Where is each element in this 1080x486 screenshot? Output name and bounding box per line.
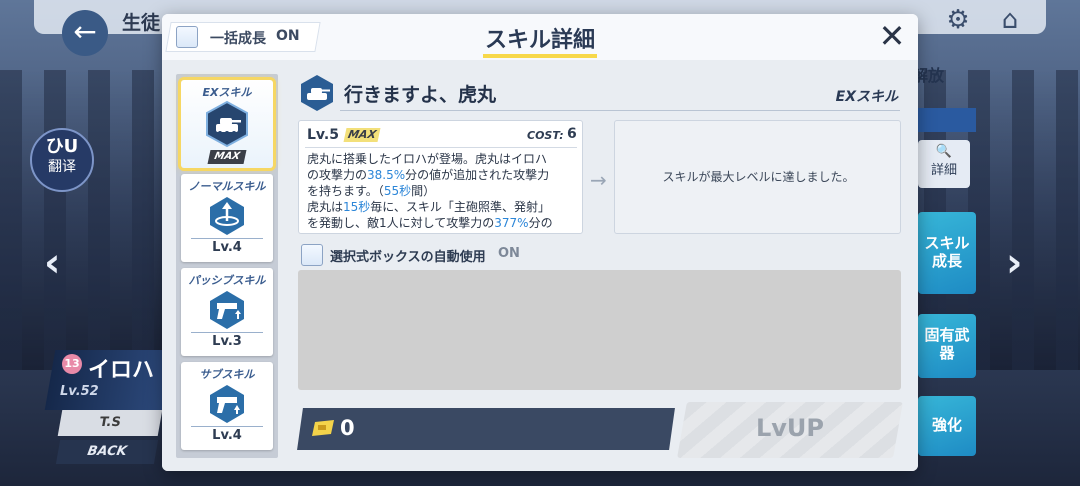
magnifier-icon: 🔍 xyxy=(935,144,953,159)
skill-card-sub[interactable]: サブスキル Lv.4 xyxy=(181,362,273,450)
unique-weapon-label: 固有武器 xyxy=(924,326,970,362)
skill-divider xyxy=(191,332,263,333)
back-arrow-icon[interactable]: ← xyxy=(62,10,108,56)
skill-type-label: パッシブスキル xyxy=(188,274,266,287)
right-blue-band xyxy=(918,108,976,132)
pistol-up-icon xyxy=(210,385,244,423)
skill-level: Lv.4 xyxy=(212,240,242,255)
auto-use-checkbox[interactable] xyxy=(301,244,323,266)
material-panel xyxy=(298,270,901,390)
bulk-growth-state: ON xyxy=(276,28,300,44)
skill-detail-modal: 一括成長 ON スキル詳細 ✕ EXスキル MAX ノーマルスキル Lv.4 パ… xyxy=(162,14,918,471)
chevron-left-icon[interactable]: ‹ xyxy=(44,240,60,286)
skill-type-label: EXスキル xyxy=(202,86,252,99)
back-label: BACK xyxy=(86,444,129,459)
cost-amount: 0 xyxy=(340,416,355,440)
desc-text: を持ちます。（ xyxy=(307,184,384,198)
back-button[interactable]: BACK xyxy=(55,440,159,464)
title-underline xyxy=(483,54,597,58)
translate-button[interactable]: ひU 翻译 xyxy=(30,128,94,192)
desc-text: の攻撃力の xyxy=(307,168,368,182)
modal-header: 一括成長 ON スキル詳細 ✕ xyxy=(162,14,918,60)
desc-highlight: 377% xyxy=(494,216,529,230)
skill-level: Lv.4 xyxy=(212,428,242,443)
translate-icon: ひU xyxy=(45,136,79,157)
auto-use-state: ON xyxy=(498,246,520,261)
chevron-right-icon[interactable]: › xyxy=(1006,240,1022,286)
desc-line-3: を持ちます。（55秒間） xyxy=(307,183,575,199)
skill-card-normal[interactable]: ノーマルスキル Lv.4 xyxy=(181,174,273,262)
desc-highlight: 38.5% xyxy=(367,168,406,182)
desc-line-1: 虎丸に搭乗したイロハが登場。虎丸はイロハ xyxy=(307,151,575,167)
skill-divider xyxy=(191,426,263,427)
description-divider xyxy=(305,147,577,148)
home-icon[interactable]: ⌂ xyxy=(995,5,1025,35)
desc-line-2: の攻撃力の38.5%分の値が追加された攻撃力 xyxy=(307,167,575,183)
bulk-growth-label: 一括成長 xyxy=(210,31,266,47)
desc-text: を発動し、敵1人に対して攻撃力の xyxy=(307,216,495,230)
arrow-right-icon: → xyxy=(590,168,607,192)
skill-level: Lv.3 xyxy=(212,334,242,349)
modal-body: EXスキル MAX ノーマルスキル Lv.4 パッシブスキル Lv.3 サブスキ… xyxy=(162,60,918,471)
skill-type: EXスキル xyxy=(835,89,898,105)
desc-text: 間） xyxy=(411,184,436,198)
max-badge: MAX xyxy=(207,150,247,164)
unique-weapon-button[interactable]: 固有武器 xyxy=(918,314,976,378)
skill-divider xyxy=(191,238,263,239)
skill-header-divider xyxy=(340,110,900,111)
desc-highlight: 15秒 xyxy=(343,200,371,214)
close-icon[interactable]: ✕ xyxy=(874,18,910,54)
next-level-box: スキルが最大レベルに達しました。 xyxy=(614,120,901,234)
character-name: イロハ xyxy=(88,358,155,383)
tank-icon xyxy=(206,100,248,148)
ts-button[interactable]: T.S xyxy=(57,410,163,436)
desc-text: 分の値が追加された攻撃力 xyxy=(405,168,550,182)
desc-line-4: 虎丸は15秒毎に、スキル「主砲照準、発射」 xyxy=(307,199,575,215)
detail-button[interactable]: 🔍 詳細 xyxy=(918,140,970,188)
character-level: Lv.52 xyxy=(60,384,99,399)
desc-text: 虎丸に搭乗したイロハが登場。虎丸はイロハ xyxy=(307,152,548,166)
desc-text: 虎丸は xyxy=(307,200,344,214)
skill-description-box[interactable]: Lv.5 MAX COST: 6 虎丸に搭乗したイロハが登場。虎丸はイロハ の攻… xyxy=(298,120,583,234)
desc-highlight: 55秒 xyxy=(383,184,412,198)
target-icon xyxy=(210,197,244,235)
max-badge: MAX xyxy=(343,128,381,142)
skill-type-label: サブスキル xyxy=(199,368,255,381)
skill-card-passive[interactable]: パッシブスキル Lv.3 xyxy=(181,268,273,356)
pistol-icon xyxy=(210,291,244,329)
modal-title: スキル詳細 xyxy=(484,28,595,53)
tank-icon xyxy=(301,75,333,111)
skill-growth-button[interactable]: スキル成長 xyxy=(918,212,976,294)
cost-label: COST: xyxy=(527,129,564,142)
skill-description: 虎丸に搭乗したイロハが登場。虎丸はイロハ の攻撃力の38.5%分の値が追加された… xyxy=(307,151,575,231)
detail-label: 詳細 xyxy=(930,163,957,178)
desc-line-5: を発動し、敵1人に対して攻撃力の377%分の xyxy=(307,215,575,231)
gear-icon[interactable]: ⚙ xyxy=(943,5,973,35)
auto-use-label: 選択式ボックスの自動使用 xyxy=(330,250,486,265)
skill-name: 行きますよ、虎丸 xyxy=(344,84,497,106)
desc-text: 毎に、スキル「主砲照準、発射」 xyxy=(370,200,550,214)
desc-text: 分の xyxy=(528,216,553,230)
max-level-message: スキルが最大レベルに達しました。 xyxy=(662,170,855,184)
bulk-growth-checkbox[interactable] xyxy=(176,26,198,48)
enhance-label: 強化 xyxy=(931,416,962,434)
skill-growth-label: スキル成長 xyxy=(924,234,970,270)
lvup-label: LvUP xyxy=(755,414,824,442)
screen-title: 生徒 xyxy=(122,12,161,34)
top-right-icons: ⚙ ⌂ xyxy=(922,0,1046,40)
ts-label: T.S xyxy=(98,415,123,430)
bond-level-badge: 13 xyxy=(62,354,82,374)
ticket-icon xyxy=(312,420,334,436)
cost-value: 6 xyxy=(567,126,577,142)
skill-type-label: ノーマルスキル xyxy=(188,180,266,193)
skill-card-ex[interactable]: EXスキル MAX xyxy=(181,80,273,168)
skill-list: EXスキル MAX ノーマルスキル Lv.4 パッシブスキル Lv.3 サブスキ… xyxy=(176,74,278,458)
translate-label: 翻译 xyxy=(48,159,76,175)
skill-current-level: Lv.5 xyxy=(307,127,339,143)
enhance-button[interactable]: 強化 xyxy=(918,396,976,456)
